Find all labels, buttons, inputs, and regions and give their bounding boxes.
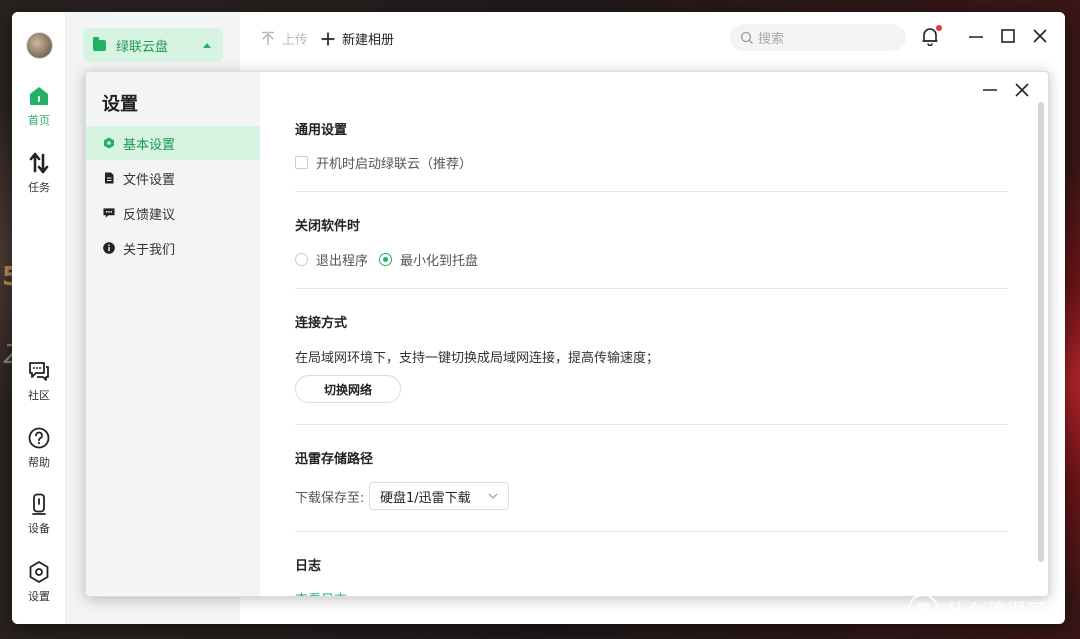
new-album-label: 新建相册 xyxy=(342,33,395,48)
settings-dialog: 设置 基本设置 文件设置 反馈建议 关于我们 通用设置 开机时启动绿联云（推荐）… xyxy=(85,71,1049,597)
scrollbar[interactable] xyxy=(1038,102,1044,562)
top-toolbar: 上传 新建相册 搜索 xyxy=(240,12,1065,62)
plus-icon xyxy=(321,32,335,45)
rail-item-settings[interactable]: 设置 xyxy=(12,560,66,604)
shield-icon xyxy=(104,137,114,149)
transfer-icon xyxy=(29,152,49,174)
settings-icon xyxy=(29,561,49,583)
nav-feedback[interactable]: 反馈建议 xyxy=(86,196,260,230)
nav-label: 关于我们 xyxy=(123,242,176,258)
section-title-close: 关闭软件时 xyxy=(295,219,361,234)
nav-label: 文件设置 xyxy=(123,172,176,188)
avatar[interactable] xyxy=(26,32,53,59)
close-icon[interactable] xyxy=(1032,26,1048,46)
save-path-label: 下载保存至: xyxy=(295,491,365,506)
notification-badge xyxy=(936,25,942,31)
exit-radio[interactable] xyxy=(295,253,308,266)
maximize-icon[interactable] xyxy=(1000,26,1016,46)
connection-description: 在局域网环境下，支持一键切换成局域网连接，提高传输速度； xyxy=(295,351,660,366)
document-icon xyxy=(105,172,114,184)
divider xyxy=(295,531,1008,532)
save-path-value: 硬盘1/迅雷下载 xyxy=(380,490,471,506)
nav-file-settings[interactable]: 文件设置 xyxy=(86,161,260,195)
folder-icon xyxy=(93,36,106,51)
search-icon xyxy=(740,31,753,44)
rail-item-tasks[interactable]: 任务 xyxy=(12,151,66,195)
watermark-text: 什么值得买 xyxy=(946,598,1046,623)
divider xyxy=(295,424,1008,425)
new-album-button[interactable]: 新建相册 xyxy=(320,29,394,48)
rail-item-devices[interactable]: 设备 xyxy=(12,492,66,536)
nav-basic-settings[interactable]: 基本设置 xyxy=(86,126,260,160)
switch-network-button[interactable]: 切换网络 xyxy=(295,375,401,403)
nav-label: 反馈建议 xyxy=(123,207,176,223)
rail-label: 社区 xyxy=(28,389,50,402)
search-placeholder: 搜索 xyxy=(758,32,785,47)
help-icon xyxy=(28,427,50,449)
caret-up-icon xyxy=(203,42,211,48)
upload-button[interactable]: 上传 xyxy=(260,29,308,48)
upload-icon xyxy=(262,31,274,45)
drive-label: 绿联云盘 xyxy=(116,39,169,55)
settings-content: 通用设置 开机时启动绿联云（推荐） 关闭软件时 退出程序 最小化到托盘 连接方式… xyxy=(295,72,1008,596)
close-icon[interactable] xyxy=(1014,82,1030,98)
section-title-log: 日志 xyxy=(295,559,322,574)
tray-radio[interactable] xyxy=(379,253,392,266)
settings-sidebar: 设置 基本设置 文件设置 反馈建议 关于我们 xyxy=(86,72,260,596)
device-icon xyxy=(32,493,46,515)
rail-label: 设备 xyxy=(28,522,50,535)
upload-label: 上传 xyxy=(282,33,309,48)
save-path-select[interactable]: 硬盘1/迅雷下载 xyxy=(369,482,509,510)
minimize-icon[interactable] xyxy=(968,26,984,46)
search-input[interactable]: 搜索 xyxy=(730,24,906,51)
view-log-link[interactable]: 查看日志 xyxy=(295,589,347,596)
nav-rail: 首页 任务 社区 帮助 设备 设置 xyxy=(12,12,66,624)
info-icon xyxy=(103,242,115,254)
close-option-exit[interactable]: 退出程序 xyxy=(295,250,368,269)
section-title-thunder: 迅雷存储路径 xyxy=(295,452,374,467)
section-title-connection: 连接方式 xyxy=(295,316,348,331)
rail-item-community[interactable]: 社区 xyxy=(12,359,66,403)
feedback-icon xyxy=(103,208,115,218)
rail-label: 帮助 xyxy=(28,456,50,469)
watermark: 值 什么值得买 xyxy=(908,594,1046,624)
autostart-label: 开机时启动绿联云（推荐） xyxy=(316,157,473,172)
home-icon xyxy=(30,87,48,105)
exit-label: 退出程序 xyxy=(316,254,369,269)
watermark-logo: 值 xyxy=(908,594,938,624)
tray-label: 最小化到托盘 xyxy=(400,254,479,269)
rail-item-home[interactable]: 首页 xyxy=(12,84,66,128)
rail-label: 首页 xyxy=(28,114,50,127)
rail-label: 设置 xyxy=(28,590,50,603)
section-title-general: 通用设置 xyxy=(295,123,348,138)
chevron-down-icon xyxy=(488,493,498,499)
rail-item-help[interactable]: 帮助 xyxy=(12,426,66,470)
nav-label: 基本设置 xyxy=(123,137,176,153)
drive-selector[interactable]: 绿联云盘 xyxy=(83,28,223,62)
chat-icon xyxy=(29,362,49,381)
divider xyxy=(295,288,1008,289)
divider xyxy=(295,191,1008,192)
rail-label: 任务 xyxy=(28,181,50,194)
close-option-tray[interactable]: 最小化到托盘 xyxy=(379,250,478,269)
autostart-checkbox[interactable] xyxy=(295,156,308,169)
nav-about[interactable]: 关于我们 xyxy=(86,231,260,265)
dialog-title: 设置 xyxy=(102,94,138,115)
autostart-option[interactable]: 开机时启动绿联云（推荐） xyxy=(295,153,472,172)
